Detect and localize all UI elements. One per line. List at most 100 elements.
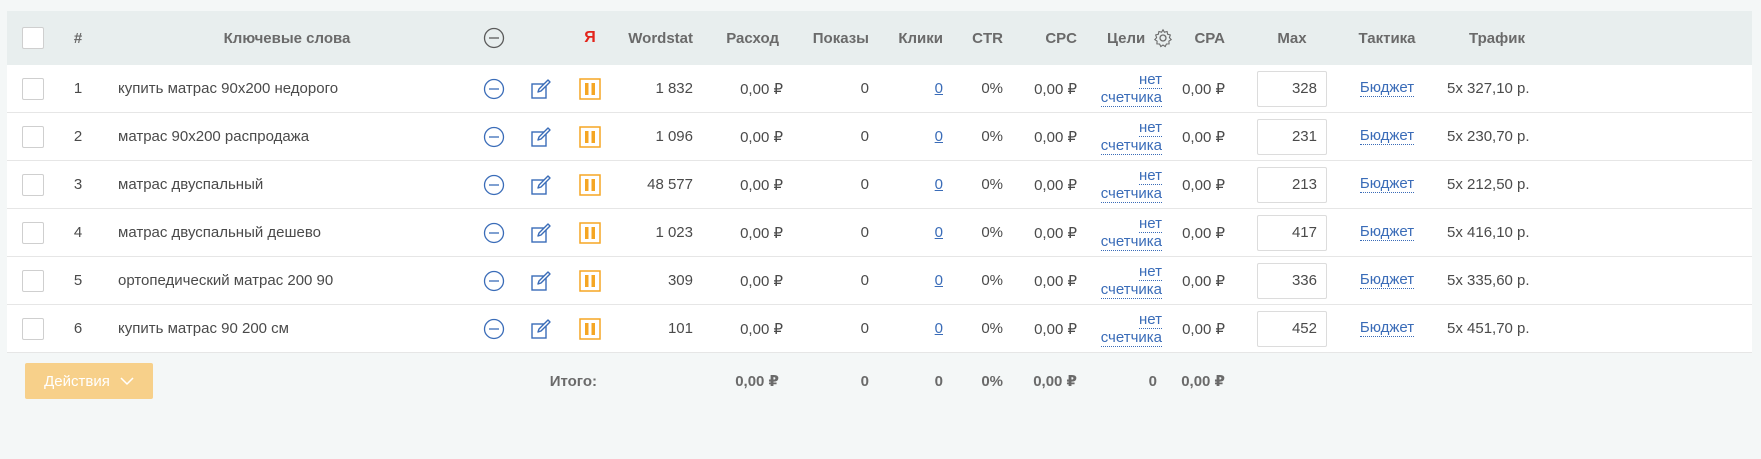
goals-link[interactable]: нет счетчика	[1100, 311, 1162, 347]
goals-link[interactable]: нет счетчика	[1100, 71, 1162, 107]
tactic-link[interactable]: Бюджет	[1359, 176, 1415, 193]
goals-link-line1[interactable]: нет	[1139, 119, 1162, 137]
row-checkbox-cell[interactable]	[22, 257, 44, 304]
row-checkbox[interactable]	[22, 125, 44, 148]
goals-link-line1[interactable]: нет	[1139, 167, 1162, 185]
remove-keyword-cell[interactable]	[480, 305, 508, 352]
row-checkbox-cell[interactable]	[22, 113, 44, 160]
row-checkbox[interactable]	[22, 221, 44, 244]
row-max-cell[interactable]: 213	[1257, 161, 1327, 208]
edit-keyword-cell[interactable]	[527, 113, 555, 160]
max-bid-input[interactable]: 328	[1257, 70, 1327, 107]
edit-icon[interactable]	[529, 173, 553, 197]
row-checkbox[interactable]	[22, 77, 44, 100]
edit-icon[interactable]	[529, 317, 553, 341]
tactic-link[interactable]: Бюджет	[1359, 272, 1415, 289]
goals-link-line2[interactable]: счетчика	[1100, 281, 1162, 299]
remove-keyword-cell[interactable]	[480, 113, 508, 160]
row-max-cell[interactable]: 452	[1257, 305, 1327, 352]
edit-keyword-cell[interactable]	[527, 305, 555, 352]
clicks-link[interactable]: 0	[935, 176, 943, 193]
pause-icon[interactable]	[579, 269, 601, 292]
minus-circle-icon[interactable]	[483, 318, 505, 340]
pause-icon[interactable]	[579, 317, 601, 340]
goals-link[interactable]: нет счетчика	[1100, 119, 1162, 155]
goals-link-line1[interactable]: нет	[1139, 71, 1162, 89]
goals-link-line2[interactable]: счетчика	[1100, 185, 1162, 203]
pause-icon[interactable]	[579, 125, 601, 148]
actions-dropdown-button[interactable]: Действия	[25, 363, 153, 399]
edit-keyword-cell[interactable]	[527, 65, 555, 112]
pause-keyword-cell[interactable]	[577, 257, 603, 304]
tactic-link[interactable]: Бюджет	[1359, 320, 1415, 337]
row-goals[interactable]: нет счетчика	[1092, 305, 1162, 352]
goals-link-line2[interactable]: счетчика	[1100, 89, 1162, 107]
goals-link-line2[interactable]: счетчика	[1100, 137, 1162, 155]
goals-link[interactable]: нет счетчика	[1100, 263, 1162, 299]
max-bid-input[interactable]: 336	[1257, 262, 1327, 299]
row-clicks[interactable]: 0	[877, 257, 943, 304]
row-clicks[interactable]: 0	[877, 113, 943, 160]
row-clicks[interactable]: 0	[877, 305, 943, 352]
row-tactic[interactable]: Бюджет	[1347, 209, 1427, 256]
row-goals[interactable]: нет счетчика	[1092, 257, 1162, 304]
row-max-cell[interactable]: 417	[1257, 209, 1327, 256]
goals-link-line1[interactable]: нет	[1139, 215, 1162, 233]
pause-keyword-cell[interactable]	[577, 305, 603, 352]
row-checkbox-cell[interactable]	[22, 65, 44, 112]
row-max-cell[interactable]: 231	[1257, 113, 1327, 160]
edit-icon[interactable]	[529, 77, 553, 101]
minus-circle-icon[interactable]	[483, 222, 505, 244]
edit-keyword-cell[interactable]	[527, 209, 555, 256]
remove-keyword-cell[interactable]	[480, 257, 508, 304]
clicks-link[interactable]: 0	[935, 272, 943, 289]
minus-circle-icon[interactable]	[483, 270, 505, 292]
minus-circle-icon[interactable]	[483, 27, 505, 49]
clicks-link[interactable]: 0	[935, 224, 943, 241]
select-all-checkbox[interactable]	[22, 27, 44, 49]
tactic-link[interactable]: Бюджет	[1359, 128, 1415, 145]
select-all-checkbox-cell[interactable]	[22, 11, 44, 65]
pause-keyword-cell[interactable]	[577, 65, 603, 112]
row-checkbox-cell[interactable]	[22, 161, 44, 208]
row-checkbox[interactable]	[22, 173, 44, 196]
minus-circle-icon[interactable]	[483, 126, 505, 148]
row-goals[interactable]: нет счетчика	[1092, 209, 1162, 256]
minus-circle-icon[interactable]	[483, 174, 505, 196]
edit-keyword-cell[interactable]	[527, 257, 555, 304]
clicks-link[interactable]: 0	[935, 80, 943, 97]
pause-icon[interactable]	[579, 77, 601, 100]
pause-keyword-cell[interactable]	[577, 209, 603, 256]
remove-keyword-cell[interactable]	[480, 65, 508, 112]
row-goals[interactable]: нет счетчика	[1092, 113, 1162, 160]
goals-link-line1[interactable]: нет	[1139, 311, 1162, 329]
row-goals[interactable]: нет счетчика	[1092, 161, 1162, 208]
remove-keyword-cell[interactable]	[480, 209, 508, 256]
max-bid-input[interactable]: 213	[1257, 166, 1327, 203]
row-tactic[interactable]: Бюджет	[1347, 257, 1427, 304]
row-tactic[interactable]: Бюджет	[1347, 65, 1427, 112]
pause-keyword-cell[interactable]	[577, 161, 603, 208]
max-bid-input[interactable]: 452	[1257, 310, 1327, 347]
col-remove[interactable]	[480, 11, 508, 65]
remove-keyword-cell[interactable]	[480, 161, 508, 208]
max-bid-input[interactable]: 417	[1257, 214, 1327, 251]
goals-link-line2[interactable]: счетчика	[1100, 329, 1162, 347]
pause-icon[interactable]	[579, 173, 601, 196]
edit-icon[interactable]	[529, 125, 553, 149]
edit-icon[interactable]	[529, 269, 553, 293]
row-checkbox-cell[interactable]	[22, 305, 44, 352]
edit-keyword-cell[interactable]	[527, 161, 555, 208]
pause-keyword-cell[interactable]	[577, 113, 603, 160]
row-tactic[interactable]: Бюджет	[1347, 305, 1427, 352]
goals-link[interactable]: нет счетчика	[1100, 167, 1162, 203]
row-clicks[interactable]: 0	[877, 209, 943, 256]
goals-link-line1[interactable]: нет	[1139, 263, 1162, 281]
row-tactic[interactable]: Бюджет	[1347, 113, 1427, 160]
clicks-link[interactable]: 0	[935, 128, 943, 145]
pause-icon[interactable]	[579, 221, 601, 244]
clicks-link[interactable]: 0	[935, 320, 943, 337]
row-goals[interactable]: нет счетчика	[1092, 65, 1162, 112]
minus-circle-icon[interactable]	[483, 78, 505, 100]
row-clicks[interactable]: 0	[877, 65, 943, 112]
